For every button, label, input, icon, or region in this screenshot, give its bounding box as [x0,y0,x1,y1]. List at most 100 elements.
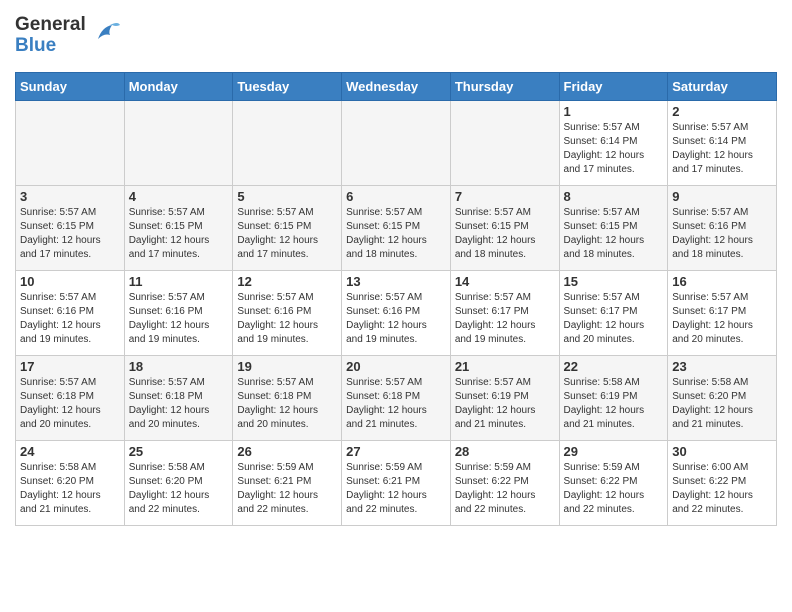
day-info: Sunrise: 5:58 AM Sunset: 6:19 PM Dayligh… [564,376,664,432]
calendar-day-cell: 15 Sunrise: 5:57 AM Sunset: 6:17 PM Dayli… [559,270,668,355]
day-number: 24 [20,444,120,459]
day-info: Sunrise: 5:57 AM Sunset: 6:19 PM Dayligh… [455,376,555,432]
calendar-body: 1 Sunrise: 5:57 AM Sunset: 6:14 PM Daylig… [16,100,777,525]
page-container: General Blue SundayMondayTuesdayWednesda… [0,0,792,536]
day-info: Sunrise: 5:57 AM Sunset: 6:15 PM Dayligh… [20,206,120,262]
calendar-header: SundayMondayTuesdayWednesdayThursdayFrid… [16,72,777,100]
day-info: Sunrise: 5:57 AM Sunset: 6:16 PM Dayligh… [20,291,120,347]
calendar-day-cell: 9 Sunrise: 5:57 AM Sunset: 6:16 PM Daylig… [668,185,777,270]
calendar-day-cell: 16Sunrise: 5:57 AM Sunset: 6:17 PM Dayli… [668,270,777,355]
day-info: Sunrise: 5:57 AM Sunset: 6:18 PM Dayligh… [237,376,337,432]
day-number: 10 [20,274,120,289]
calendar-day-cell: 18 Sunrise: 5:57 AM Sunset: 6:18 PM Dayli… [124,355,233,440]
day-number: 19 [237,359,337,374]
logo-bird-icon [90,17,122,54]
calendar-week-row: 1 Sunrise: 5:57 AM Sunset: 6:14 PM Daylig… [16,100,777,185]
calendar-day-cell: 28 Sunrise: 5:59 AM Sunset: 6:22 PM Dayli… [450,440,559,525]
day-number: 26 [237,444,337,459]
day-info: Sunrise: 5:59 AM Sunset: 6:22 PM Dayligh… [564,461,664,517]
day-number: 30 [672,444,772,459]
day-number: 11 [129,274,229,289]
calendar-day-cell: 10 Sunrise: 5:57 AM Sunset: 6:16 PM Dayli… [16,270,125,355]
calendar-day-cell: 13 Sunrise: 5:57 AM Sunset: 6:16 PM Dayli… [342,270,451,355]
calendar-day-cell [124,100,233,185]
calendar-day-cell: 24 Sunrise: 5:58 AM Sunset: 6:20 PM Dayli… [16,440,125,525]
day-info: Sunrise: 5:58 AM Sunset: 6:20 PM Dayligh… [129,461,229,517]
day-number: 8 [564,189,664,204]
calendar-day-cell: 17 Sunrise: 5:57 AM Sunset: 6:18 PM Dayli… [16,355,125,440]
day-number: 2 [672,104,772,119]
day-number: 17 [20,359,120,374]
calendar-day-cell: 7Sunrise: 5:57 AM Sunset: 6:15 PM Daylig… [450,185,559,270]
weekday-header: Thursday [450,72,559,100]
day-number: 6 [346,189,446,204]
day-info: Sunrise: 5:57 AM Sunset: 6:16 PM Dayligh… [672,206,772,262]
logo: General Blue [15,15,122,57]
day-number: 22 [564,359,664,374]
day-number: 27 [346,444,446,459]
calendar-day-cell: 20Sunrise: 5:57 AM Sunset: 6:18 PM Dayli… [342,355,451,440]
day-number: 18 [129,359,229,374]
day-number: 3 [20,189,120,204]
day-number: 15 [564,274,664,289]
day-number: 13 [346,274,446,289]
calendar-day-cell: 6 Sunrise: 5:57 AM Sunset: 6:15 PM Daylig… [342,185,451,270]
calendar-day-cell: 11 Sunrise: 5:57 AM Sunset: 6:16 PM Dayli… [124,270,233,355]
calendar-day-cell: 12Sunrise: 5:57 AM Sunset: 6:16 PM Dayli… [233,270,342,355]
logo-blue: Blue [15,36,86,57]
calendar-day-cell [233,100,342,185]
header: General Blue [15,15,777,57]
calendar-day-cell: 14 Sunrise: 5:57 AM Sunset: 6:17 PM Dayli… [450,270,559,355]
day-number: 9 [672,189,772,204]
day-info: Sunrise: 5:59 AM Sunset: 6:21 PM Dayligh… [237,461,337,517]
day-number: 21 [455,359,555,374]
day-info: Sunrise: 5:57 AM Sunset: 6:18 PM Dayligh… [129,376,229,432]
calendar-table: SundayMondayTuesdayWednesdayThursdayFrid… [15,72,777,526]
weekday-header: Tuesday [233,72,342,100]
day-number: 25 [129,444,229,459]
day-number: 1 [564,104,664,119]
calendar-week-row: 3 Sunrise: 5:57 AM Sunset: 6:15 PM Daylig… [16,185,777,270]
day-info: Sunrise: 5:57 AM Sunset: 6:14 PM Dayligh… [564,121,664,177]
calendar-day-cell: 19 Sunrise: 5:57 AM Sunset: 6:18 PM Dayli… [233,355,342,440]
day-number: 16 [672,274,772,289]
weekday-header: Friday [559,72,668,100]
day-info: Sunrise: 5:57 AM Sunset: 6:18 PM Dayligh… [20,376,120,432]
day-info: Sunrise: 5:57 AM Sunset: 6:14 PM Dayligh… [672,121,772,177]
calendar-day-cell: 30 Sunrise: 6:00 AM Sunset: 6:22 PM Dayli… [668,440,777,525]
day-number: 14 [455,274,555,289]
logo-general: General [15,15,86,36]
calendar-day-cell: 5Sunrise: 5:57 AM Sunset: 6:15 PM Daylig… [233,185,342,270]
day-info: Sunrise: 5:59 AM Sunset: 6:22 PM Dayligh… [455,461,555,517]
day-number: 29 [564,444,664,459]
weekday-header: Wednesday [342,72,451,100]
calendar-day-cell: 21 Sunrise: 5:57 AM Sunset: 6:19 PM Dayli… [450,355,559,440]
day-info: Sunrise: 5:57 AM Sunset: 6:17 PM Dayligh… [455,291,555,347]
day-number: 23 [672,359,772,374]
day-info: Sunrise: 5:59 AM Sunset: 6:21 PM Dayligh… [346,461,446,517]
calendar-day-cell: 22 Sunrise: 5:58 AM Sunset: 6:19 PM Dayli… [559,355,668,440]
calendar-day-cell [450,100,559,185]
day-info: Sunrise: 5:57 AM Sunset: 6:15 PM Dayligh… [564,206,664,262]
day-number: 7 [455,189,555,204]
day-info: Sunrise: 5:57 AM Sunset: 6:15 PM Dayligh… [346,206,446,262]
day-info: Sunrise: 5:58 AM Sunset: 6:20 PM Dayligh… [20,461,120,517]
weekday-header: Monday [124,72,233,100]
calendar-day-cell: 2 Sunrise: 5:57 AM Sunset: 6:14 PM Daylig… [668,100,777,185]
day-info: Sunrise: 5:57 AM Sunset: 6:15 PM Dayligh… [237,206,337,262]
calendar-day-cell: 3 Sunrise: 5:57 AM Sunset: 6:15 PM Daylig… [16,185,125,270]
day-number: 12 [237,274,337,289]
day-info: Sunrise: 5:57 AM Sunset: 6:17 PM Dayligh… [564,291,664,347]
day-info: Sunrise: 5:57 AM Sunset: 6:18 PM Dayligh… [346,376,446,432]
day-info: Sunrise: 5:57 AM Sunset: 6:16 PM Dayligh… [129,291,229,347]
day-number: 28 [455,444,555,459]
weekday-header: Sunday [16,72,125,100]
calendar-day-cell: 8 Sunrise: 5:57 AM Sunset: 6:15 PM Daylig… [559,185,668,270]
calendar-day-cell: 1 Sunrise: 5:57 AM Sunset: 6:14 PM Daylig… [559,100,668,185]
calendar-day-cell: 25 Sunrise: 5:58 AM Sunset: 6:20 PM Dayli… [124,440,233,525]
calendar-week-row: 17 Sunrise: 5:57 AM Sunset: 6:18 PM Dayli… [16,355,777,440]
day-number: 4 [129,189,229,204]
day-info: Sunrise: 5:57 AM Sunset: 6:16 PM Dayligh… [346,291,446,347]
weekday-header: Saturday [668,72,777,100]
day-info: Sunrise: 6:00 AM Sunset: 6:22 PM Dayligh… [672,461,772,517]
